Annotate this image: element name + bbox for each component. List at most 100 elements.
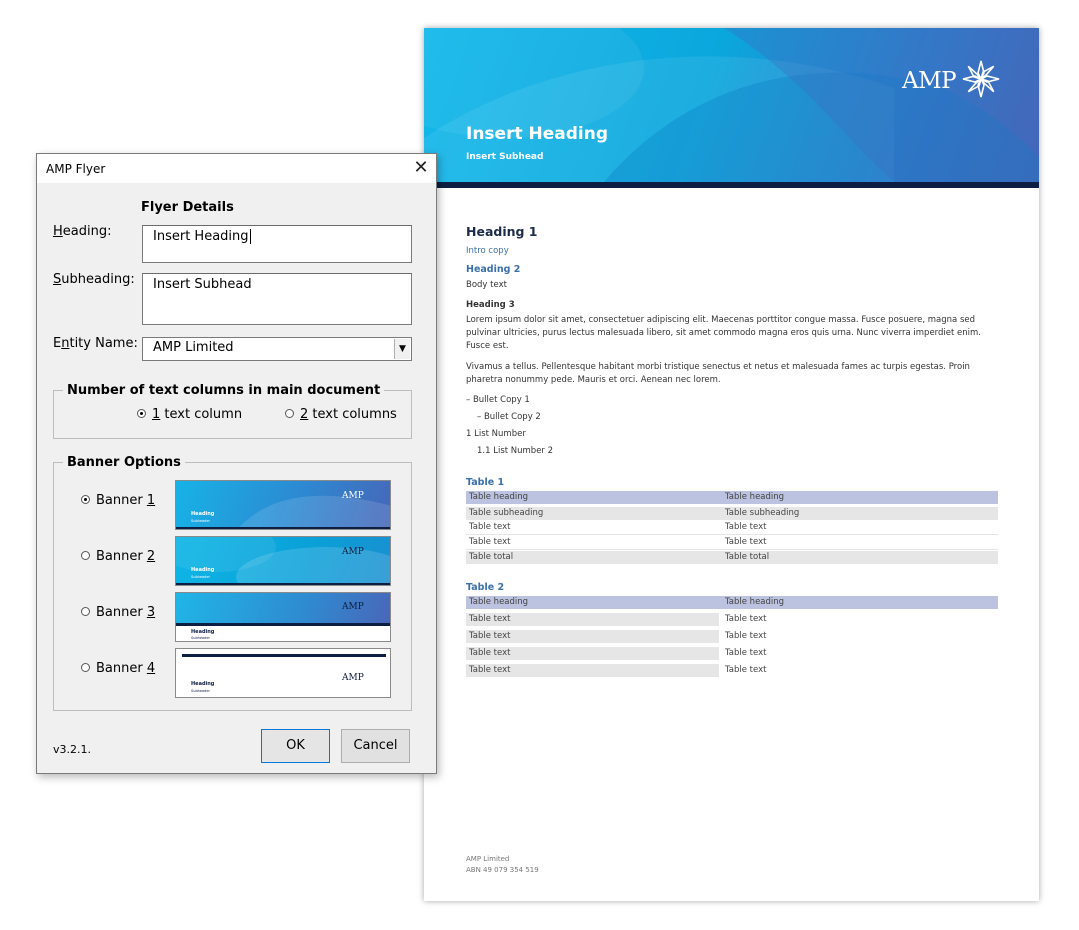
- radio-unselected-icon[interactable]: [81, 607, 90, 616]
- table-subheader-cell: Table subheading: [466, 505, 722, 520]
- table-total-cell: Table total: [722, 551, 998, 564]
- radio-label: text column: [160, 407, 243, 422]
- radio-label: Banner: [96, 549, 147, 564]
- entity-name-label: Entity Name:: [53, 336, 138, 351]
- radio-label: text columns: [308, 407, 397, 422]
- table-row: Table text Table text: [466, 664, 998, 677]
- subheading-label: Subheading:: [53, 272, 135, 287]
- dialog-title: AMP Flyer: [46, 162, 106, 176]
- heading-3: Heading 3: [466, 300, 515, 310]
- chevron-down-icon[interactable]: ▼: [394, 339, 410, 359]
- table-cell: Table text: [725, 631, 767, 641]
- radio-selected-icon[interactable]: [81, 495, 90, 504]
- table-subheader-cell: Table subheading: [722, 505, 998, 520]
- table-row: Table text Table text: [466, 630, 998, 643]
- document-footer: AMP Limited ABN 49 079 354 519: [466, 854, 539, 876]
- banner-navy-band: [424, 182, 1039, 188]
- heading-2: Heading 2: [466, 264, 521, 275]
- table-cell: Table text: [466, 613, 719, 626]
- thumb-band: [182, 654, 386, 657]
- radio-label-accel: 3: [146, 605, 156, 620]
- table-2-title: Table 2: [466, 582, 505, 593]
- radio-two-text-columns[interactable]: 2 text columns: [285, 407, 397, 422]
- table-header-cell: Table heading: [466, 596, 722, 609]
- heading-label-accel: H: [53, 224, 63, 239]
- banner-1-thumbnail[interactable]: AMP Heading Subheader: [175, 480, 391, 530]
- radio-unselected-icon[interactable]: [81, 551, 90, 560]
- banner-options-group-title: Banner Options: [63, 455, 185, 470]
- entity-label-post: tity Name:: [69, 336, 138, 351]
- table-cell: Table text: [725, 665, 767, 675]
- radio-label-accel: 2: [146, 549, 156, 564]
- subheading-label-text: ubheading:: [61, 272, 135, 287]
- heading-label: Heading:: [53, 224, 111, 239]
- bullet-item-1: – Bullet Copy 1: [466, 395, 530, 405]
- list-number-1: 1 List Number: [466, 429, 526, 439]
- amp-logo: AMP: [902, 56, 1002, 102]
- radio-label-accel: 1: [146, 493, 156, 508]
- table-header-cell: Table heading: [722, 596, 998, 609]
- radio-banner-4[interactable]: Banner 4: [81, 661, 155, 676]
- entity-name-select[interactable]: AMP Limited ▼: [142, 337, 412, 361]
- table-cell: Table text: [466, 647, 719, 660]
- table-1: Table heading Table heading Table subhea…: [466, 491, 998, 565]
- table-cell: Table text: [725, 522, 767, 532]
- radio-unselected-icon[interactable]: [81, 663, 90, 672]
- body-text: Body text: [466, 280, 507, 290]
- thumb-band: [176, 583, 390, 585]
- thumb-sub: Subheader: [191, 636, 210, 640]
- amp-flyer-dialog: AMP Flyer ✕ Flyer Details Heading: Inser…: [36, 153, 437, 774]
- paragraph-2: Vivamus a tellus. Pellentesque habitant …: [466, 362, 970, 385]
- banner-subhead: Insert Subhead: [466, 152, 544, 162]
- heading-input[interactable]: Insert Heading: [142, 225, 412, 263]
- table-2: Table heading Table heading Table text T…: [466, 596, 998, 678]
- radio-label: Banner: [96, 493, 147, 508]
- entity-name-value: AMP Limited: [153, 340, 234, 355]
- thumb-heading: Heading: [191, 567, 215, 573]
- version-label: v3.2.1.: [53, 743, 91, 756]
- table-1-title: Table 1: [466, 477, 505, 488]
- table-subheader-row: Table subheading Table subheading: [466, 505, 998, 520]
- thumb-heading: Heading: [191, 681, 215, 687]
- radio-banner-3[interactable]: Banner 3: [81, 605, 155, 620]
- thumb-logo: AMP: [342, 673, 364, 683]
- radio-selected-icon[interactable]: [137, 409, 146, 418]
- text-columns-group-title: Number of text columns in main document: [63, 383, 385, 398]
- cancel-button[interactable]: Cancel: [341, 729, 410, 763]
- thumb-band: [176, 623, 390, 626]
- amp-starburst-icon: [962, 60, 1000, 98]
- thumb-heading: Heading: [191, 511, 215, 517]
- banner-3-thumbnail[interactable]: AMP Heading Subheader: [175, 592, 391, 642]
- heading-input-value: Insert Heading: [153, 229, 249, 244]
- amp-logo-text: AMP: [902, 68, 957, 94]
- dialog-titlebar[interactable]: AMP Flyer ✕: [37, 154, 436, 183]
- table-cell: Table text: [469, 537, 511, 547]
- table-row: Table text Table text: [466, 647, 998, 660]
- document-banner: AMP Insert Heading Insert Subhead: [424, 28, 1039, 182]
- banner-2-thumbnail[interactable]: AMP Heading Subheader: [175, 536, 391, 586]
- radio-banner-1[interactable]: Banner 1: [81, 493, 155, 508]
- subheading-input[interactable]: Insert Subhead: [142, 273, 412, 325]
- table-cell: Table text: [725, 648, 767, 658]
- thumb-logo: AMP: [342, 547, 364, 557]
- close-icon[interactable]: ✕: [409, 158, 433, 180]
- table-cell: Table text: [469, 522, 511, 532]
- heading-1: Heading 1: [466, 224, 538, 239]
- table-total-cell: Table total: [466, 551, 722, 564]
- paragraph-1: Lorem ipsum dolor sit amet, consectetuer…: [466, 315, 982, 351]
- intro-copy: Intro copy: [466, 246, 509, 256]
- radio-label: Banner: [96, 605, 147, 620]
- table-header-cell: Table heading: [722, 491, 998, 504]
- ok-button[interactable]: OK: [261, 729, 330, 763]
- flyer-document-preview: AMP Insert Heading Insert Subhead Headin…: [424, 28, 1039, 901]
- banner-4-thumbnail[interactable]: AMP Heading Subheader: [175, 648, 391, 698]
- table-cell: Table text: [725, 614, 767, 624]
- table-header-row: Table heading Table heading: [466, 596, 998, 609]
- radio-one-text-column[interactable]: 1 text column: [137, 407, 242, 422]
- table-row: Table text Table text: [466, 521, 998, 535]
- table-row: Table text Table text: [466, 536, 998, 550]
- radio-banner-2[interactable]: Banner 2: [81, 549, 155, 564]
- radio-label-accel: 4: [146, 661, 156, 676]
- thumb-sub: Subheader: [191, 689, 210, 693]
- radio-unselected-icon[interactable]: [285, 409, 294, 418]
